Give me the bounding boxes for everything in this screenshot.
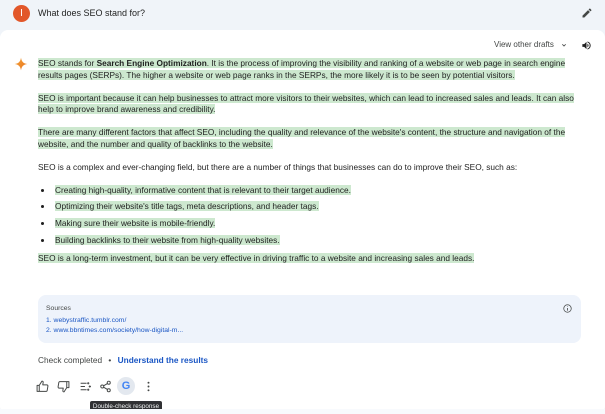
response-paragraph: There are many different factors that af… <box>38 127 566 149</box>
speaker-icon[interactable] <box>581 40 592 51</box>
share-icon[interactable] <box>99 380 112 393</box>
bold-term: Search Engine Optimization <box>96 58 207 68</box>
bullet-list: Creating high-quality, informative conte… <box>53 184 586 247</box>
double-check-google-button[interactable]: G <box>117 377 135 395</box>
modify-response-icon[interactable] <box>79 380 92 393</box>
response-paragraph: SEO is important because it can help bus… <box>38 92 574 115</box>
edit-pencil-icon[interactable] <box>581 7 593 19</box>
response-paragraph: SEO stands for Search Engine Optimizatio… <box>38 58 586 82</box>
understand-results-link[interactable]: Understand the results <box>118 355 208 365</box>
bottom-edge <box>0 409 605 414</box>
list-item: Optimizing their website's title tags, m… <box>53 201 586 213</box>
prompt-text: What does SEO stand for? <box>38 8 146 18</box>
gemini-spark-icon <box>14 57 28 71</box>
user-avatar: I <box>13 5 30 22</box>
paragraph-text: SEO stands for <box>38 58 97 68</box>
prompt-bar: I What does SEO stand for? <box>0 0 605 28</box>
list-item: Creating high-quality, informative conte… <box>53 184 586 197</box>
separator-dot: • <box>108 355 112 365</box>
sources-title: Sources <box>46 305 71 312</box>
list-item: Building backlinks to their website from… <box>53 234 586 247</box>
thumbs-down-icon[interactable] <box>57 380 70 393</box>
drafts-label: View other drafts <box>494 40 554 49</box>
response-content: SEO stands for Search Engine Optimizatio… <box>38 58 586 276</box>
source-link[interactable]: 2. www.bbntimes.com/society/how-digital-… <box>46 327 183 334</box>
list-item: Making sure their website is mobile-frie… <box>53 218 586 230</box>
thumbs-up-icon[interactable] <box>36 380 49 393</box>
source-link[interactable]: 1. webystraffic.tumblr.com/ <box>46 317 126 324</box>
view-other-drafts-button[interactable]: View other drafts <box>494 40 568 49</box>
check-status: Check completed <box>38 355 103 365</box>
sources-panel: Sources 1. webystraffic.tumblr.com/ 2. w… <box>38 295 581 343</box>
chevron-down-icon <box>561 43 566 47</box>
info-icon[interactable] <box>563 304 572 313</box>
check-status-row: Check completed • Understand the results <box>38 355 208 365</box>
response-paragraph: SEO is a long-term investment, but it ca… <box>38 252 475 263</box>
more-options-icon[interactable] <box>142 380 155 393</box>
response-paragraph: SEO is a complex and ever-changing field… <box>38 161 518 172</box>
